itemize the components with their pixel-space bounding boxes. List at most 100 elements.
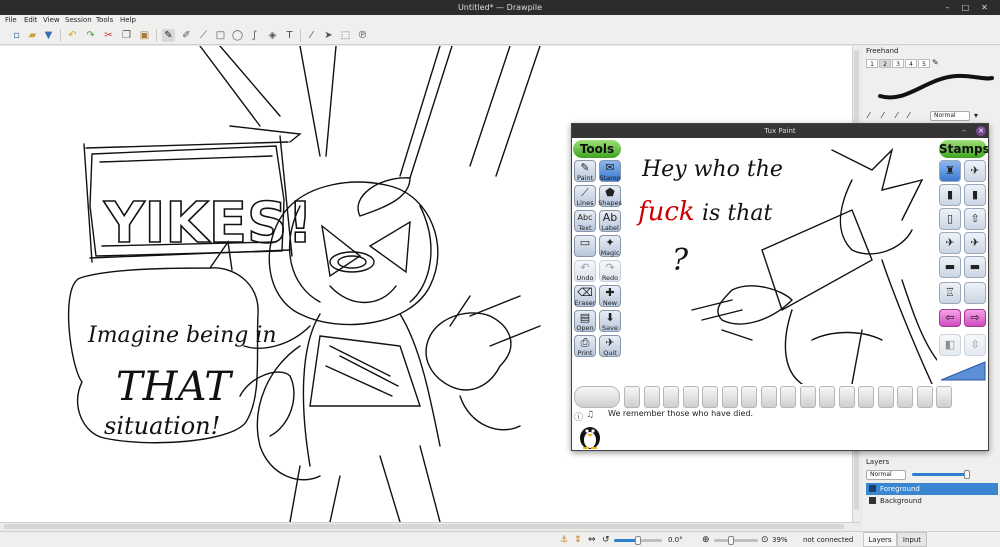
- stamp-size-icon[interactable]: [939, 360, 987, 382]
- anchor-icon[interactable]: ⚓: [560, 532, 568, 547]
- layer-visibility-icon[interactable]: [869, 497, 876, 504]
- color-cell[interactable]: [877, 386, 894, 408]
- rotate-slider-handle[interactable]: [635, 536, 641, 545]
- tab-input[interactable]: Input: [897, 532, 927, 547]
- smudge-mode-icon[interactable]: ⁄: [896, 111, 897, 120]
- layer-blend-select[interactable]: Normal: [866, 470, 906, 480]
- color-cell[interactable]: [916, 386, 933, 408]
- color-cell[interactable]: [741, 386, 757, 408]
- canvas-horizontal-scrollbar[interactable]: [0, 522, 860, 530]
- tuxpaint-minimize-button[interactable]: –: [962, 124, 966, 138]
- fill-icon[interactable]: ◈: [266, 29, 279, 42]
- bezier-icon[interactable]: ∫: [248, 29, 261, 42]
- horizontal-scroll-thumb[interactable]: [4, 524, 844, 529]
- stamp-slot[interactable]: ▮: [964, 184, 986, 206]
- color-cell[interactable]: [643, 386, 660, 408]
- tool-blank-button[interactable]: ▭: [574, 235, 596, 257]
- redo-icon[interactable]: ↷: [84, 29, 97, 42]
- stamp-slot[interactable]: ▮: [939, 184, 961, 206]
- layer-row-foreground[interactable]: Foreground: [866, 483, 998, 495]
- sound-icon[interactable]: ♫: [586, 410, 594, 420]
- menu-tools[interactable]: Tools: [96, 15, 113, 26]
- zoom-icon[interactable]: ⊕: [702, 532, 710, 547]
- ellipse-icon[interactable]: ◯: [231, 29, 244, 42]
- brush-slot-1[interactable]: 1: [866, 59, 878, 68]
- color-cell[interactable]: [682, 386, 699, 408]
- menu-view[interactable]: View: [43, 15, 60, 26]
- stamp-slot[interactable]: ▬: [964, 256, 986, 278]
- brush-slot-4[interactable]: 4: [905, 59, 917, 68]
- line-icon[interactable]: ⟋: [197, 29, 210, 42]
- color-cell[interactable]: [780, 386, 796, 408]
- selected-color-swatch[interactable]: [574, 386, 620, 408]
- stamp-slot[interactable]: ⇧: [964, 208, 986, 230]
- color-picker-icon[interactable]: ⁄: [305, 29, 318, 42]
- options-icon[interactable]: ▾: [974, 111, 978, 120]
- maximize-button[interactable]: □: [960, 2, 971, 13]
- layer-visibility-icon[interactable]: [869, 485, 876, 492]
- close-button[interactable]: ✕: [979, 2, 990, 13]
- stamp-slot[interactable]: ✈: [964, 160, 986, 182]
- stamp-slot[interactable]: ✈: [964, 232, 986, 254]
- stamp-slot[interactable]: ▬: [939, 256, 961, 278]
- brush-mode-icon[interactable]: ⁄: [882, 111, 883, 120]
- color-cell[interactable]: [702, 386, 718, 408]
- zoom-reset-icon[interactable]: ⊙: [761, 532, 769, 547]
- stamp-next-arrow[interactable]: ⇨: [964, 309, 986, 327]
- zoom-slider[interactable]: [714, 539, 758, 542]
- stamp-prev-arrow[interactable]: ⇦: [939, 309, 961, 327]
- eraser-mode-icon[interactable]: ⁄: [908, 111, 909, 120]
- color-cell[interactable]: [838, 386, 855, 408]
- color-cell[interactable]: [936, 386, 952, 408]
- menu-session[interactable]: Session: [65, 15, 92, 26]
- minimize-button[interactable]: –: [942, 2, 953, 13]
- stamp-option-icon[interactable]: ◧: [939, 334, 961, 356]
- rectangle-icon[interactable]: □: [214, 29, 227, 42]
- color-cell[interactable]: [819, 386, 835, 408]
- brush-slot-2[interactable]: 2: [879, 59, 891, 68]
- layer-row-background[interactable]: Background: [866, 495, 998, 507]
- lasso-icon[interactable]: ℗: [356, 29, 369, 42]
- menu-file[interactable]: File: [5, 15, 17, 26]
- stamp-slot[interactable]: ♜: [939, 160, 961, 182]
- color-cell[interactable]: [624, 386, 640, 408]
- stamp-slot[interactable]: ♖: [939, 282, 961, 304]
- mirror-icon[interactable]: ⇔: [588, 532, 596, 547]
- rotate-reset-icon[interactable]: ↺: [602, 532, 610, 547]
- pen-mode-icon[interactable]: ⁄: [868, 111, 869, 120]
- color-cell[interactable]: [663, 386, 679, 408]
- brush-icon[interactable]: ✎: [162, 29, 175, 42]
- tuxpaint-close-button[interactable]: ✕: [976, 126, 986, 136]
- select-icon[interactable]: ➤: [322, 29, 335, 42]
- text-icon[interactable]: T: [283, 29, 296, 42]
- tuxpaint-canvas[interactable]: Hey who the fuck is that ?: [632, 140, 937, 384]
- cut-icon[interactable]: ✂: [102, 29, 115, 42]
- color-cell[interactable]: [760, 386, 777, 408]
- new-icon[interactable]: ▫: [10, 29, 23, 42]
- open-icon[interactable]: ▰: [26, 29, 39, 42]
- copy-icon[interactable]: ❐: [120, 29, 133, 42]
- undo-icon[interactable]: ↶: [66, 29, 79, 42]
- brush-slot-5[interactable]: 5: [918, 59, 930, 68]
- stamp-slot[interactable]: ▯: [939, 208, 961, 230]
- tab-layers[interactable]: Layers: [863, 532, 897, 547]
- layer-opacity-handle[interactable]: [963, 470, 970, 479]
- eraser-icon[interactable]: ✐: [180, 29, 193, 42]
- zoom-slider-handle[interactable]: [728, 536, 735, 545]
- color-cell[interactable]: [799, 386, 816, 408]
- save-icon[interactable]: ▼: [42, 29, 55, 42]
- blend-mode-select[interactable]: Normal: [930, 111, 970, 121]
- stamp-slot[interactable]: [964, 282, 986, 304]
- stamp-slot[interactable]: ✈: [939, 232, 961, 254]
- brush-slot-3[interactable]: 3: [892, 59, 904, 68]
- menu-help[interactable]: Help: [120, 15, 136, 26]
- color-cell[interactable]: [721, 386, 738, 408]
- brush-edit-icon[interactable]: ✎: [932, 58, 939, 67]
- color-cell[interactable]: [858, 386, 874, 408]
- menu-edit[interactable]: Edit: [24, 15, 38, 26]
- stamp-option-icon[interactable]: ⇳: [964, 334, 986, 356]
- paste-icon[interactable]: ▣: [138, 29, 151, 42]
- rect-select-icon[interactable]: ⬚: [339, 29, 352, 42]
- color-cell[interactable]: [897, 386, 913, 408]
- flip-icon[interactable]: ⇕: [574, 532, 582, 547]
